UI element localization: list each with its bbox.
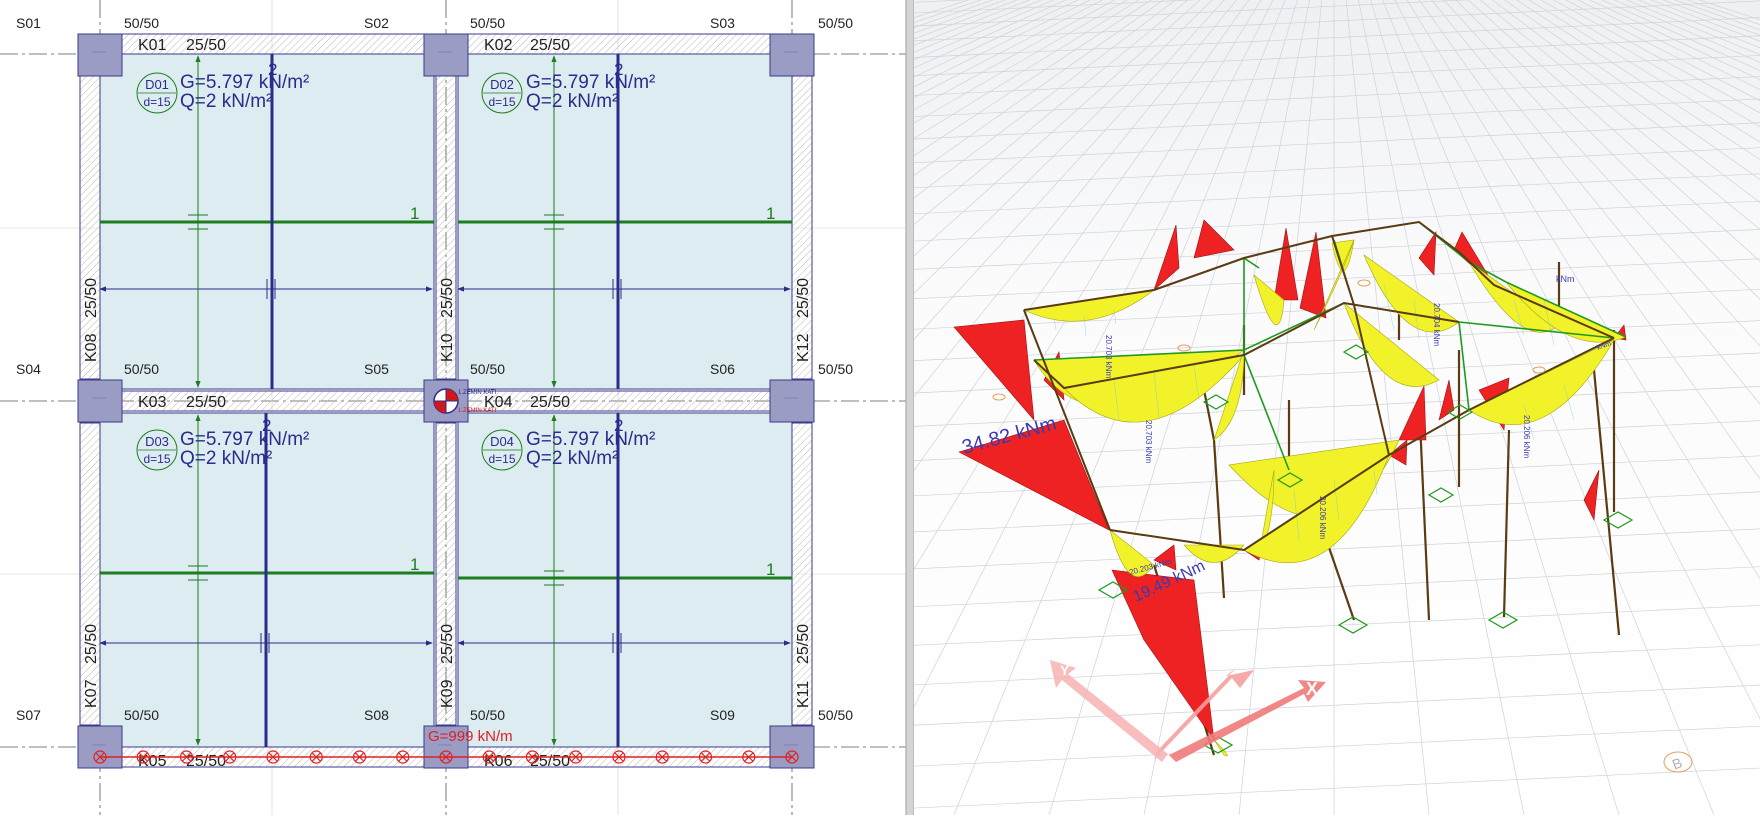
svg-text:G=5.797 kN/m²: G=5.797 kN/m² [180,72,309,93]
svg-text:S07: S07 [16,707,41,723]
plan-view[interactable]: 1 1 1 1 2 2 2 2 S01 50/50 S02 50/50 S03 … [0,0,906,815]
svg-text:S04: S04 [16,361,41,377]
column-s06[interactable] [769,379,815,423]
svg-text:1.ZEMIN KATI: 1.ZEMIN KATI [458,390,497,396]
svg-text:K02: K02 [484,37,513,54]
svg-text:25/50: 25/50 [186,394,226,411]
svg-text:X: X [1306,679,1318,699]
svg-text:25/50: 25/50 [439,278,456,318]
svg-text:20.703 kNm: 20.703 kNm [1144,420,1153,463]
svg-text:1.ZEMIN KATI: 1.ZEMIN KATI [458,408,497,414]
svg-text:Q=2 kN/m²: Q=2 kN/m² [180,448,272,469]
svg-text:50/50: 50/50 [124,15,159,31]
svg-text:K10: K10 [439,333,456,362]
svg-text:25/50: 25/50 [186,37,226,54]
svg-text:kNm: kNm [1556,274,1575,284]
svg-text:Y: Y [1060,662,1070,678]
svg-text:20.704 kNm: 20.704 kNm [1432,303,1441,346]
svg-text:G=5.797 kN/m²: G=5.797 kN/m² [526,429,655,450]
svg-text:G=999 kN/m: G=999 kN/m [428,728,513,745]
svg-text:K12: K12 [795,333,812,362]
svg-text:20.703 kNm: 20.703 kNm [1104,335,1113,378]
svg-text:1: 1 [410,204,419,223]
svg-text:S01: S01 [16,15,41,31]
svg-text:Q=2 kN/m²: Q=2 kN/m² [526,91,618,112]
svg-text:K03: K03 [138,394,167,411]
svg-text:25/50: 25/50 [83,278,100,318]
svg-text:S08: S08 [364,707,389,723]
svg-text:D03: D03 [145,434,169,449]
svg-text:S06: S06 [710,361,735,377]
svg-text:S03: S03 [710,15,735,31]
svg-text:50/50: 50/50 [124,707,159,723]
svg-text:25/50: 25/50 [439,624,456,664]
svg-text:Q=2 kN/m²: Q=2 kN/m² [180,91,272,112]
svg-text:20.206 kNm: 20.206 kNm [1318,496,1327,539]
svg-text:50/50: 50/50 [818,361,853,377]
svg-text:G=5.797 kN/m²: G=5.797 kN/m² [526,72,655,93]
svg-text:d=15: d=15 [143,452,170,466]
column-s04[interactable] [77,379,123,423]
svg-text:50/50: 50/50 [470,15,505,31]
column-s07[interactable] [77,725,123,769]
svg-text:25/50: 25/50 [795,624,812,664]
svg-text:S05: S05 [364,361,389,377]
column-s02[interactable] [423,33,469,77]
svg-text:20.206 kNm: 20.206 kNm [1522,415,1531,458]
svg-text:G=5.797 kN/m²: G=5.797 kN/m² [180,429,309,450]
plan-canvas[interactable]: 1 1 1 1 2 2 2 2 S01 50/50 S02 50/50 S03 … [0,0,906,815]
svg-text:Q=2 kN/m²: Q=2 kN/m² [526,448,618,469]
svg-text:S09: S09 [710,707,735,723]
column-s03[interactable] [769,33,815,77]
svg-text:D01: D01 [145,77,169,92]
svg-text:K07: K07 [83,679,100,708]
svg-text:K08: K08 [83,333,100,362]
svg-text:50/50: 50/50 [470,707,505,723]
column-s09[interactable] [769,725,815,769]
3d-view[interactable]: 34.82 kNm 19.49 kNm 20.703 kNm 20.703 kN… [914,0,1760,815]
svg-text:1: 1 [766,560,775,579]
svg-text:25/50: 25/50 [530,37,570,54]
svg-text:d=15: d=15 [488,95,515,109]
svg-text:d=15: d=15 [488,452,515,466]
svg-text:1: 1 [410,555,419,574]
svg-text:d=15: d=15 [143,95,170,109]
svg-text:S02: S02 [364,15,389,31]
svg-text:K11: K11 [795,681,812,708]
view-splitter[interactable] [906,0,914,815]
svg-text:D02: D02 [490,77,514,92]
svg-text:25/50: 25/50 [83,624,100,664]
svg-text:25/50: 25/50 [795,278,812,318]
svg-text:50/50: 50/50 [818,15,853,31]
svg-text:D04: D04 [490,434,514,449]
svg-text:1: 1 [766,204,775,223]
beam-k11[interactable] [791,422,813,726]
svg-text:50/50: 50/50 [818,707,853,723]
svg-text:K09: K09 [439,679,456,708]
svg-text:50/50: 50/50 [470,361,505,377]
svg-text:50/50: 50/50 [124,361,159,377]
3d-canvas[interactable]: 34.82 kNm 19.49 kNm 20.703 kNm 20.703 kN… [914,0,1760,815]
svg-text:25/50: 25/50 [530,394,570,411]
column-s01[interactable] [77,33,123,77]
svg-text:K01: K01 [138,37,167,54]
